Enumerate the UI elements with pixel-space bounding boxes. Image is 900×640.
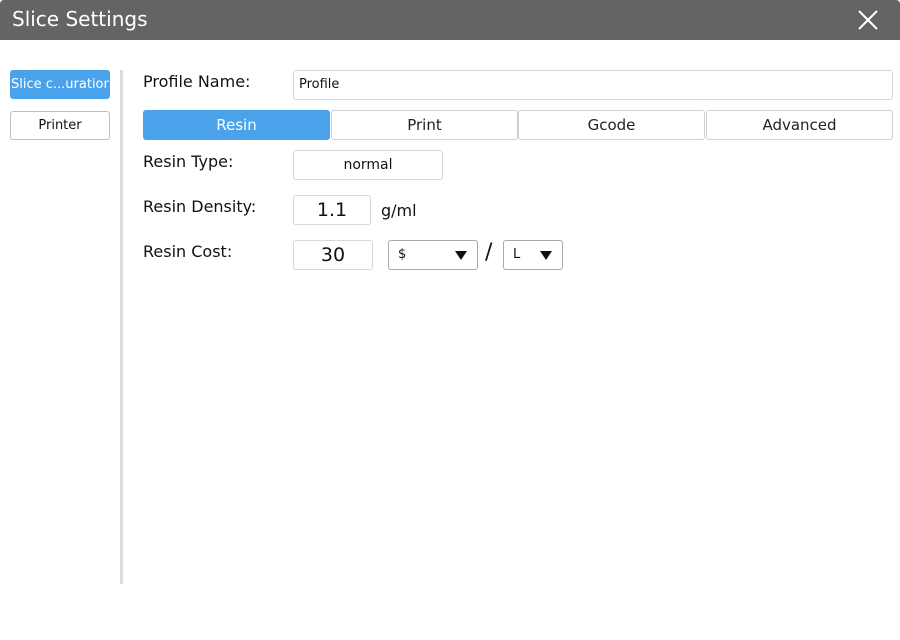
tab-gcode[interactable]: Gcode [518,110,705,140]
cost-separator: / [485,240,493,265]
close-icon [858,10,878,30]
currency-select[interactable]: $ [388,240,478,270]
chevron-down-icon [455,251,467,260]
tab-advanced[interactable]: Advanced [706,110,893,140]
resin-density-input[interactable]: 1.1 [293,195,371,225]
resin-density-label: Resin Density: [143,197,257,216]
resin-cost-input[interactable]: 30 [293,240,373,270]
resin-type-button[interactable]: normal [293,150,443,180]
volume-unit-value: L [513,247,521,262]
window-title: Slice Settings [12,7,148,31]
tab-resin[interactable]: Resin [143,110,330,140]
resin-cost-label: Resin Cost: [143,242,233,261]
chevron-down-icon [540,251,552,260]
sidebar-item-slice-configuration[interactable]: Slice c...uration [10,70,110,99]
tab-print[interactable]: Print [331,110,518,140]
volume-unit-select[interactable]: L [503,240,563,270]
sidebar-divider [120,70,123,584]
close-button[interactable] [852,4,884,36]
sidebar-item-printer[interactable]: Printer [10,111,110,140]
currency-value: $ [398,247,407,262]
profile-name-label: Profile Name: [143,72,251,91]
density-unit: g/ml [381,201,417,220]
profile-name-input[interactable]: Profile [293,70,893,100]
resin-type-label: Resin Type: [143,152,234,171]
title-bar: Slice Settings [0,0,900,40]
